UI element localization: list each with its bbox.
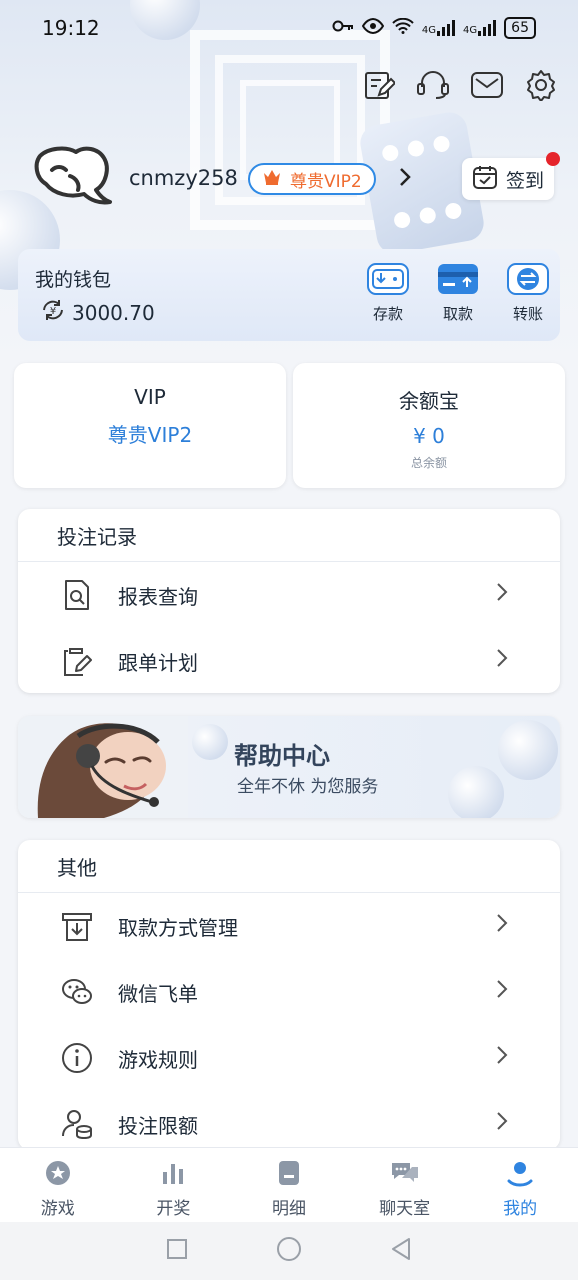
help-center-subtitle: 全年不休 为您服务 (237, 777, 379, 797)
vip-card[interactable]: VIP 尊贵VIP2 (14, 363, 286, 488)
top-action-bar (362, 68, 558, 102)
withdraw-button[interactable]: 取款 (436, 263, 480, 324)
gear-icon[interactable] (524, 68, 558, 102)
chevron-right-icon (496, 1111, 508, 1135)
signin-button[interactable]: 签到 (462, 152, 560, 200)
yuebao-card-sub: 总余额 (410, 456, 447, 470)
status-bar: 19:12 4G 4G 65 (0, 0, 578, 56)
user-coins-icon (60, 1107, 94, 1141)
wallet-card: 我的钱包 ¥ 3000.70 存款 取款 转账 (18, 249, 560, 341)
vip-badge[interactable]: 尊贵VIP2 (248, 163, 376, 195)
notification-dot (546, 152, 560, 166)
transfer-button[interactable]: 转账 (506, 263, 550, 324)
deposit-button[interactable]: 存款 (366, 263, 410, 324)
user-icon (505, 1158, 535, 1188)
clipboard-edit-icon (60, 644, 94, 678)
clock: 19:12 (42, 16, 100, 40)
signal-icon: 4G (422, 20, 456, 36)
wallet-balance: ¥ 3000.70 (40, 298, 155, 327)
tab-chatroom[interactable]: 聊天室 (347, 1148, 463, 1222)
back-icon[interactable] (390, 1237, 412, 1265)
others-card: 其他 取款方式管理 微信飞单 游戏规则 投注限额 (18, 840, 560, 1150)
list-item-follow-plan[interactable]: 跟单计划 (18, 628, 560, 694)
yuebao-card-value: ¥ 0 (413, 424, 445, 448)
svg-text:¥: ¥ (50, 306, 56, 317)
battery-indicator: 65 (504, 17, 536, 39)
withdraw-box-icon (60, 909, 94, 943)
wallet-title: 我的钱包 (35, 269, 112, 291)
username: cnmzy258 (129, 166, 238, 190)
help-center-banner[interactable]: 帮助中心 全年不休 为您服务 (18, 716, 560, 818)
eye-icon (361, 17, 385, 38)
list-item-report-query[interactable]: 报表查询 (18, 562, 560, 628)
tab-details[interactable]: 明细 (231, 1148, 347, 1222)
bottom-tab-bar: 游戏 开奖 明细 聊天室 我的 (0, 1147, 578, 1222)
wifi-icon (392, 17, 414, 38)
document-search-icon (60, 578, 94, 612)
bar-chart-icon (158, 1158, 188, 1188)
signal-icon-2: 4G (463, 20, 497, 36)
bet-records-title: 投注记录 (18, 509, 560, 562)
help-center-title: 帮助中心 (234, 742, 330, 770)
wechat-icon (60, 975, 94, 1009)
yuebao-card[interactable]: 余额宝 ¥ 0 总余额 (293, 363, 565, 488)
list-item-game-rules[interactable]: 游戏规则 (18, 1025, 560, 1091)
list-item-withdraw-method[interactable]: 取款方式管理 (18, 893, 560, 959)
list-item-wechat-order[interactable]: 微信飞单 (18, 959, 560, 1025)
games-icon (43, 1158, 73, 1188)
chevron-right-icon (496, 979, 508, 1003)
chevron-right-icon (496, 1045, 508, 1069)
tab-games[interactable]: 游戏 (0, 1148, 116, 1222)
support-agent-image (18, 716, 188, 818)
chevron-right-icon (496, 648, 508, 672)
chevron-right-icon[interactable] (398, 166, 412, 194)
crown-icon (262, 168, 282, 191)
deposit-icon (367, 263, 409, 295)
withdraw-icon (437, 263, 479, 295)
chevron-right-icon (496, 582, 508, 606)
vip-card-value: 尊贵VIP2 (107, 423, 193, 447)
recent-apps-icon[interactable] (166, 1238, 188, 1264)
refresh-currency-icon[interactable]: ¥ (40, 298, 66, 327)
avatar[interactable] (30, 142, 114, 214)
chat-icon (390, 1158, 420, 1188)
home-icon[interactable] (276, 1236, 302, 1266)
vip-card-title: VIP (134, 385, 166, 409)
document-icon (274, 1158, 304, 1188)
calendar-check-icon (472, 164, 498, 195)
info-icon (60, 1041, 94, 1075)
chevron-right-icon (496, 913, 508, 937)
key-icon (332, 19, 354, 37)
yuebao-card-title: 余额宝 (399, 389, 459, 413)
tab-lottery-results[interactable]: 开奖 (116, 1148, 232, 1222)
edit-icon[interactable] (362, 68, 396, 102)
transfer-icon (507, 263, 549, 295)
system-navigation-bar (0, 1222, 578, 1280)
tab-mine[interactable]: 我的 (462, 1148, 578, 1222)
mail-icon[interactable] (470, 68, 504, 102)
customer-service-icon[interactable] (416, 68, 450, 102)
bet-records-card: 投注记录 报表查询 跟单计划 (18, 509, 560, 693)
others-title: 其他 (18, 840, 560, 893)
